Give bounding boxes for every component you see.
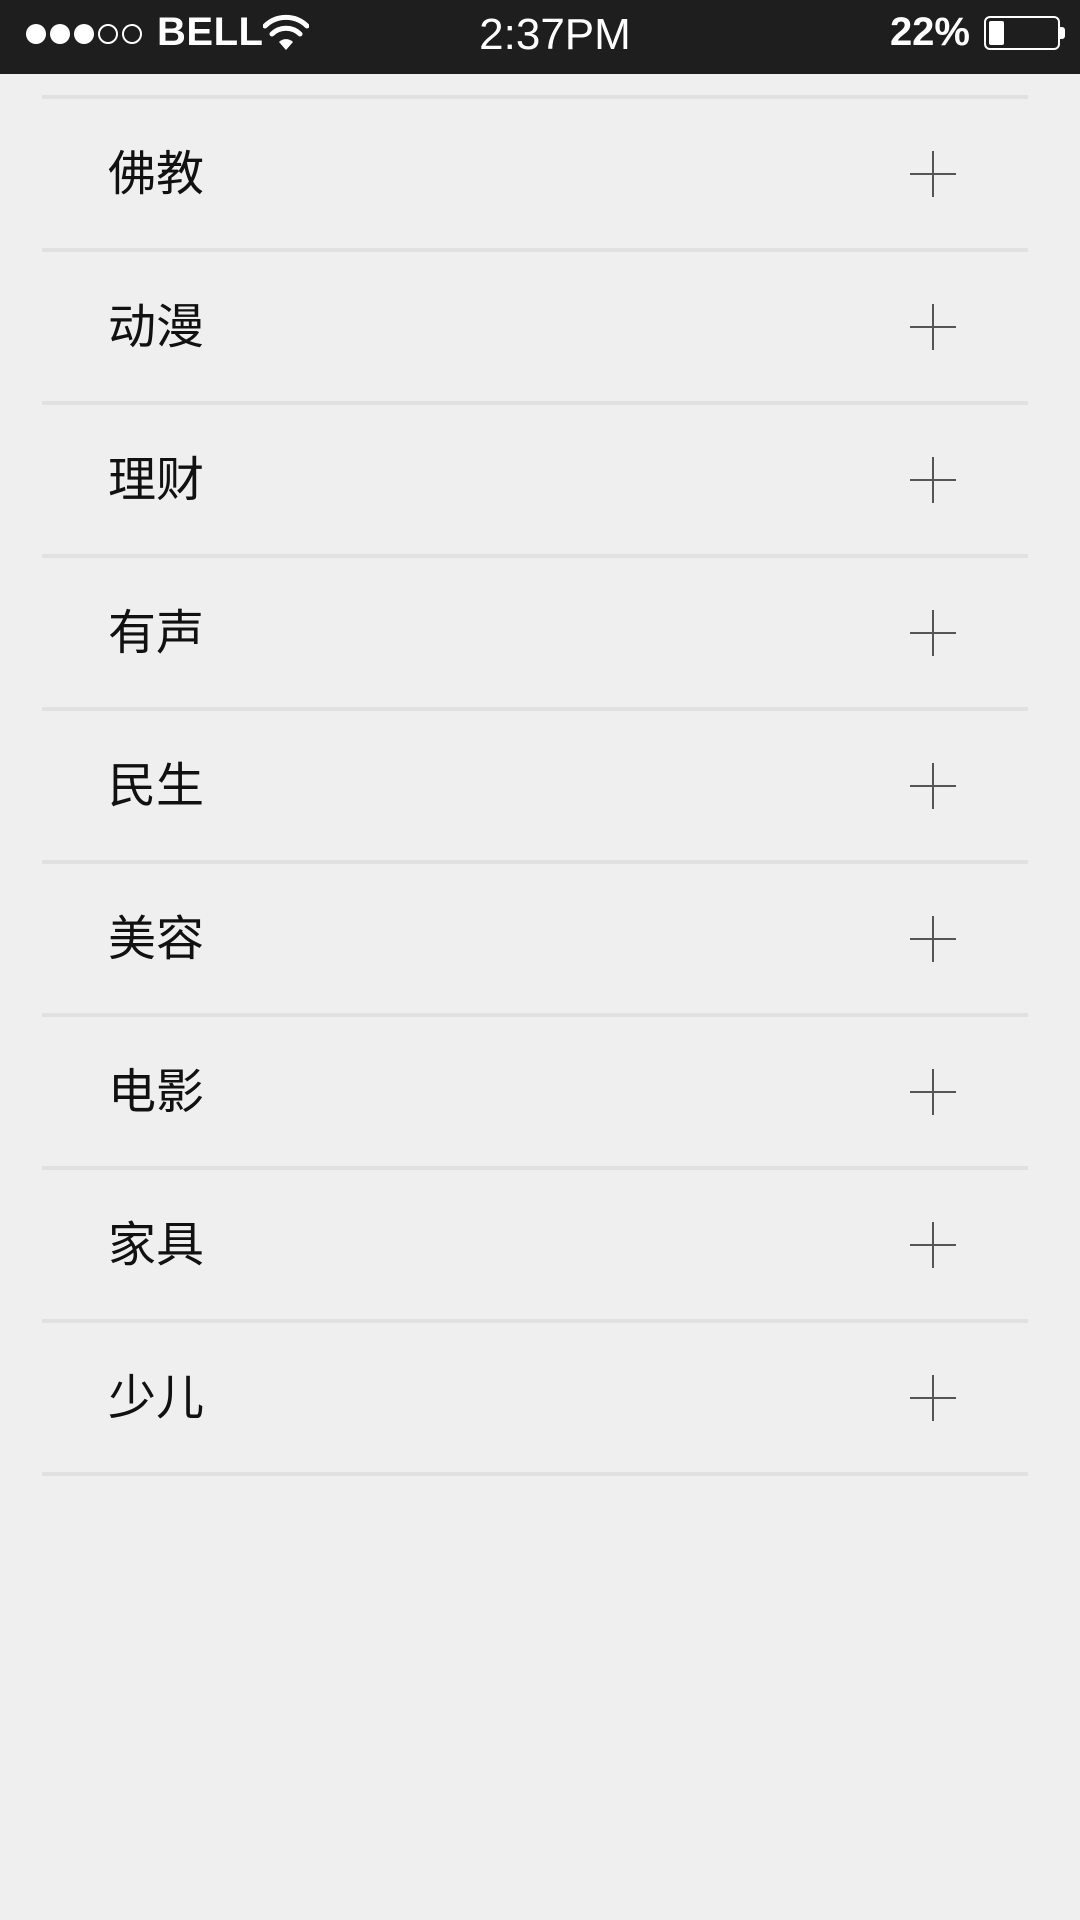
plus-icon[interactable] <box>910 1068 956 1115</box>
category-label: 理财 <box>108 451 205 508</box>
battery-tip <box>1060 27 1065 39</box>
plus-icon[interactable] <box>910 609 956 656</box>
list-item-6[interactable]: 美容 <box>42 864 1028 1017</box>
battery-icon <box>984 16 1060 50</box>
signal-dot <box>98 24 118 44</box>
category-label: 电影 <box>108 1063 205 1120</box>
list-item-8[interactable]: 家具 <box>42 1170 1028 1323</box>
list-item-3[interactable]: 理财 <box>42 405 1028 558</box>
list-item-4[interactable]: 有声 <box>42 558 1028 711</box>
plus-icon[interactable] <box>910 1221 956 1268</box>
list-item-5[interactable]: 民生 <box>42 711 1028 864</box>
category-label: 民生 <box>108 757 205 814</box>
signal-dot <box>26 24 46 44</box>
signal-dot <box>74 24 94 44</box>
signal-dot <box>50 24 70 44</box>
status-time: 2:37PM <box>479 10 631 59</box>
category-label: 动漫 <box>108 298 205 355</box>
signal-dot <box>122 24 142 44</box>
list-item-9[interactable]: 少儿 <box>42 1323 1028 1476</box>
plus-icon[interactable] <box>910 150 956 197</box>
plus-icon[interactable] <box>910 303 956 350</box>
plus-icon[interactable] <box>910 1374 956 1421</box>
list-item-2[interactable]: 动漫 <box>42 252 1028 405</box>
category-label: 美容 <box>108 910 205 967</box>
list-item-1[interactable]: 佛教 <box>42 99 1028 252</box>
battery-percentage: 22% <box>889 10 970 54</box>
plus-icon[interactable] <box>910 456 956 503</box>
category-list: 佛教 动漫 理财 有声 民生 美容 电影 家具 少儿 <box>42 95 1028 1476</box>
wifi-icon <box>263 14 309 50</box>
plus-icon[interactable] <box>910 762 956 809</box>
status-bar: BELL 2:37PM 22% <box>0 0 1080 74</box>
plus-icon[interactable] <box>910 915 956 962</box>
category-label: 少儿 <box>108 1369 205 1426</box>
list-item-7[interactable]: 电影 <box>42 1017 1028 1170</box>
category-label: 家具 <box>108 1216 205 1273</box>
category-label: 佛教 <box>108 145 205 202</box>
category-label: 有声 <box>108 604 205 661</box>
carrier-name: BELL <box>157 10 264 54</box>
battery-level-fill <box>989 21 1004 45</box>
signal-strength-icon <box>26 24 142 44</box>
